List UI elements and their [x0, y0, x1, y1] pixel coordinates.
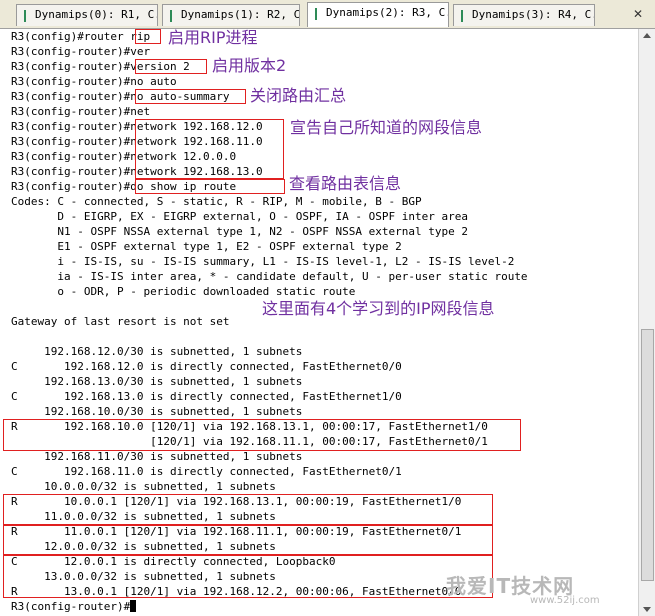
annotation-disable-summary: 关闭路由汇总 [250, 86, 347, 105]
annotation-announce-networks: 宣告自己所知道的网段信息 [290, 118, 483, 137]
terminal-line: R3(config-router)#ver [11, 45, 151, 58]
terminal-line: i - IS-IS, su - IS-IS summary, L1 - IS-I… [11, 255, 515, 268]
annotation-learned-routes: 这里面有4个学习到的IP网段信息 [262, 299, 495, 318]
highlight-rip-route-10 [3, 494, 493, 526]
terminal-line: N1 - OSPF NSSA external type 1, N2 - OSP… [11, 225, 468, 238]
console-icon [170, 10, 172, 22]
console-icon [315, 8, 317, 20]
highlight-show-ip-route [135, 179, 285, 194]
terminal-line: 10.0.0.0/32 is subnetted, 1 subnets [11, 480, 276, 493]
highlight-router-rip [135, 29, 161, 44]
terminal-output[interactable]: R3(config)#router rip R3(config-router)#… [0, 29, 638, 616]
highlight-network-statements [135, 119, 284, 179]
console-icon [461, 10, 463, 22]
terminal-line: Codes: C - connected, S - static, R - RI… [11, 195, 422, 208]
tab-dynamips-r3[interactable]: Dynamips(2): R3, C... [307, 2, 449, 27]
terminal-line: R3(config)#router rip [11, 30, 151, 43]
highlight-rip-route-11 [3, 524, 493, 556]
highlight-rip-route-13 [3, 554, 493, 598]
terminal-line: 192.168.13.0/30 is subnetted, 1 subnets [11, 375, 303, 388]
text-cursor [130, 600, 137, 612]
terminal-line: Gateway of last resort is not set [11, 315, 230, 328]
terminal-line: R3(config-router)#no auto [11, 75, 177, 88]
annotation-enable-v2: 启用版本2 [212, 56, 287, 75]
terminal-line: C 192.168.13.0 is directly connected, Fa… [11, 390, 402, 403]
highlight-rip-route-192-168-10 [3, 419, 521, 451]
terminal-line: C 192.168.11.0 is directly connected, Fa… [11, 465, 402, 478]
scroll-up-arrow-icon[interactable] [643, 33, 651, 38]
close-tab-icon[interactable]: ✕ [631, 7, 645, 21]
tab-dynamips-r4[interactable]: Dynamips(3): R4, C... [453, 4, 595, 26]
session-tab-bar: Dynamips(0): R1, C... Dynamips(1): R2, C… [0, 0, 655, 29]
tab-label: Dynamips(2): R3, C... [326, 6, 448, 19]
terminal-line: o - ODR, P - periodic downloaded static … [11, 285, 356, 298]
terminal-line: 192.168.11.0/30 is subnetted, 1 subnets [11, 450, 303, 463]
tab-label: Dynamips(3): R4, C... [472, 8, 594, 21]
scroll-down-arrow-icon[interactable] [643, 607, 651, 612]
highlight-no-auto-summary [135, 89, 246, 104]
watermark-url: www.52ij.com [530, 595, 600, 606]
terminal-line: E1 - OSPF external type 1, E2 - OSPF ext… [11, 240, 402, 253]
terminal-line: R3(config-router)#net [11, 105, 151, 118]
terminal-line: 192.168.12.0/30 is subnetted, 1 subnets [11, 345, 303, 358]
tab-label: Dynamips(0): R1, C... [35, 8, 157, 21]
annotation-enable-rip: 启用RIP进程 [168, 28, 258, 47]
annotation-view-routes: 查看路由表信息 [289, 174, 402, 193]
terminal-line: C 192.168.12.0 is directly connected, Fa… [11, 360, 402, 373]
terminal-line: 192.168.10.0/30 is subnetted, 1 subnets [11, 405, 303, 418]
tab-label: Dynamips(1): R2, C... [181, 8, 300, 21]
scroll-thumb[interactable] [641, 329, 654, 581]
terminal-line: D - EIGRP, EX - EIGRP external, O - OSPF… [11, 210, 468, 223]
prompt-text: R3(config-router)# [11, 600, 131, 613]
terminal-prompt-line[interactable]: R3(config-router)# [11, 599, 137, 614]
tab-dynamips-r2[interactable]: Dynamips(1): R2, C... [162, 4, 300, 26]
terminal-line: ia - IS-IS inter area, * - candidate def… [11, 270, 528, 283]
highlight-version-2 [135, 59, 207, 74]
console-icon [24, 10, 26, 22]
vertical-scrollbar[interactable] [638, 29, 655, 616]
tab-dynamips-r1[interactable]: Dynamips(0): R1, C... [16, 4, 158, 26]
